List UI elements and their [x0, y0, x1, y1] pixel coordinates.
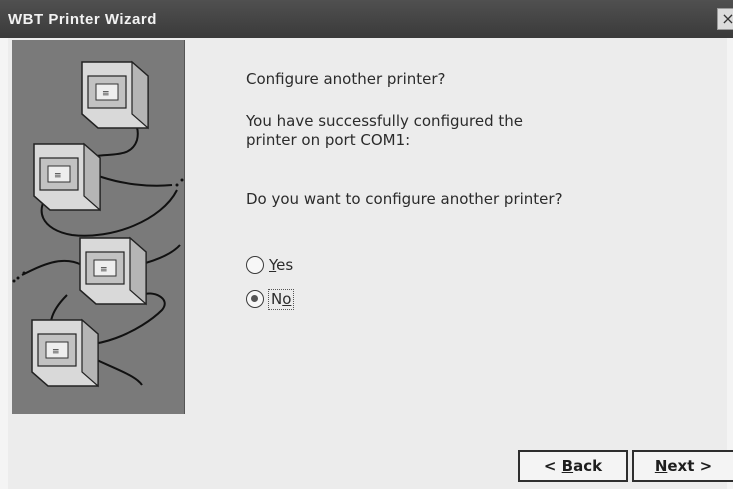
page-heading: Configure another printer?: [246, 70, 446, 88]
next-button[interactable]: Next >: [632, 450, 733, 482]
wizard-illustration-panel: ≡ ≡ ≡ ≡: [12, 40, 185, 414]
title-bar[interactable]: WBT Printer Wizard ×: [0, 0, 733, 38]
yes-radio-button[interactable]: [246, 256, 264, 274]
svg-text:≡: ≡: [100, 265, 108, 275]
computer-monitor-icon: ≡: [31, 318, 99, 388]
computer-monitor-icon: ≡: [81, 60, 149, 130]
close-icon: ×: [721, 9, 733, 28]
svg-text:≡: ≡: [102, 89, 110, 99]
success-message: You have successfully configured the pri…: [246, 112, 524, 149]
back-button[interactable]: < Back: [518, 450, 628, 482]
yes-option[interactable]: Yes: [246, 254, 293, 276]
network-illustration: ≡ ≡ ≡ ≡: [12, 60, 184, 388]
no-option[interactable]: No: [246, 288, 295, 310]
yes-label[interactable]: Yes: [269, 256, 293, 275]
svg-text:≡: ≡: [54, 171, 62, 181]
computer-monitor-icon: ≡: [79, 236, 147, 306]
question-text: Do you want to configure another printer…: [246, 190, 563, 208]
close-button[interactable]: ×: [717, 8, 733, 30]
wizard-window: WBT Printer Wizard × ≡ ≡ ≡ ≡ Configure a…: [0, 0, 733, 489]
no-label[interactable]: No: [267, 288, 295, 310]
window-title: WBT Printer Wizard: [8, 11, 157, 28]
svg-text:≡: ≡: [52, 347, 60, 357]
computer-monitor-icon: ≡: [33, 142, 101, 212]
no-radio-button[interactable]: [246, 290, 264, 308]
